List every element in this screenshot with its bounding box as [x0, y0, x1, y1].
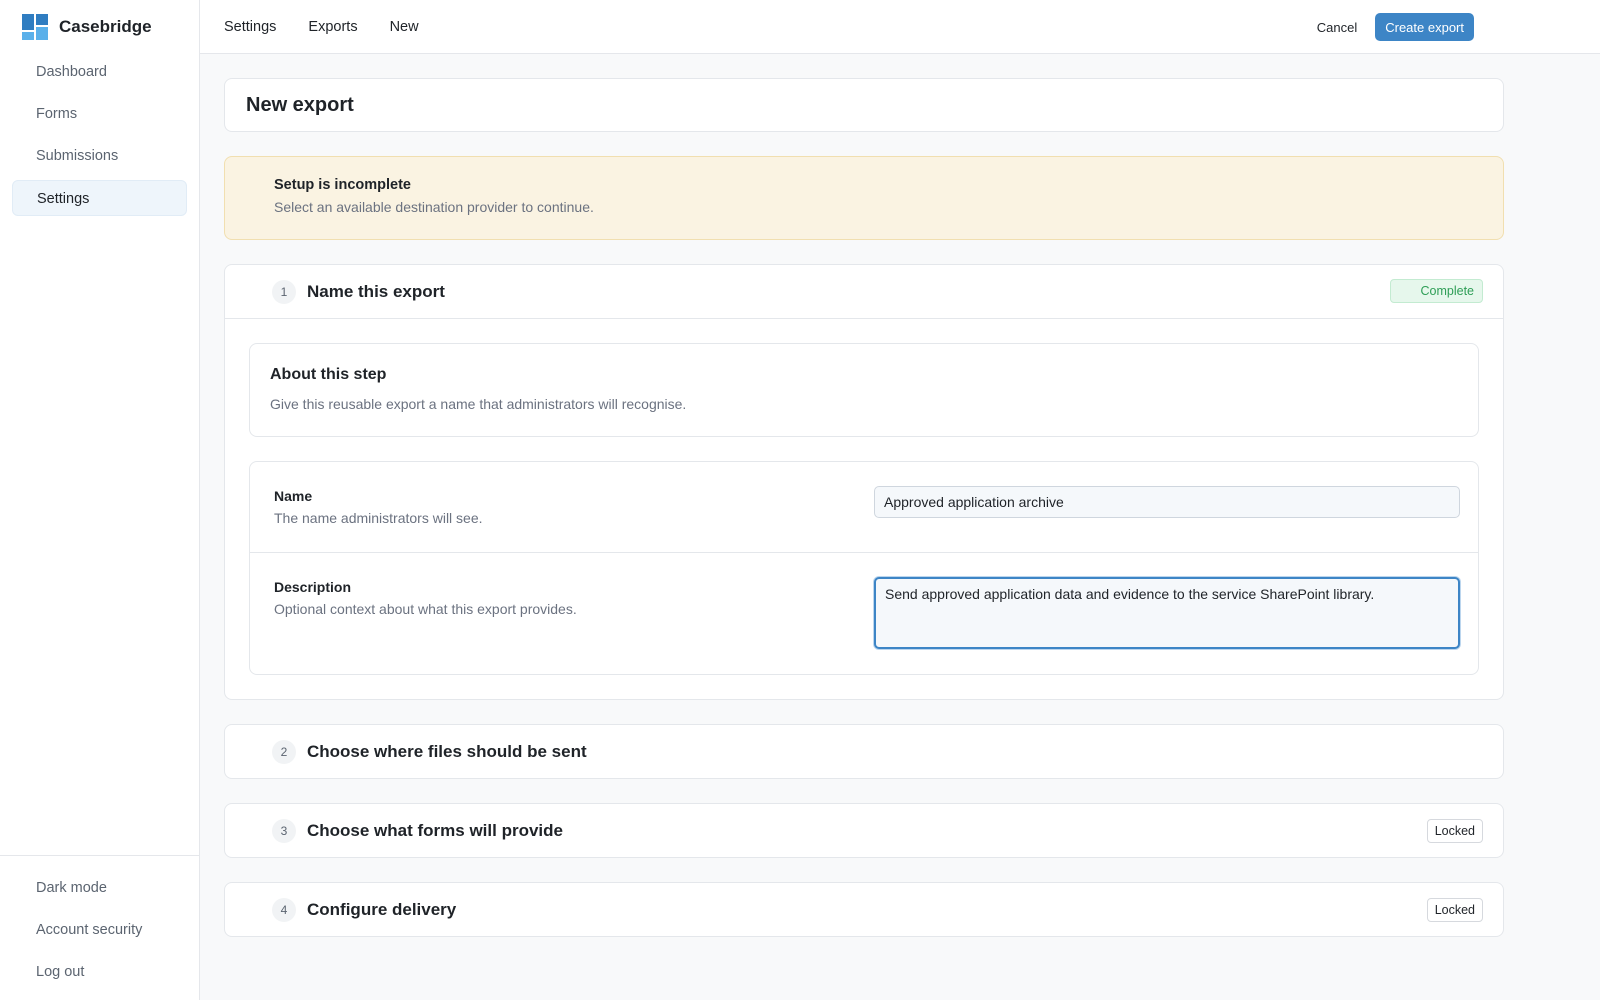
sidebar-item-dashboard[interactable]: Dashboard — [12, 54, 187, 90]
description-textarea[interactable]: Send approved application data and evide… — [874, 577, 1460, 649]
breadcrumb-settings[interactable]: Settings — [224, 19, 276, 35]
locked-badge: Locked — [1426, 819, 1483, 843]
sidebar-item-settings[interactable]: Settings — [12, 180, 187, 216]
sidebar-item-submissions[interactable]: Submissions — [12, 138, 187, 174]
sidebar: Casebridge Dashboard Forms Submissions S… — [0, 0, 200, 1000]
page-header-card: New export — [224, 78, 1504, 132]
about-step-title: About this step — [270, 366, 387, 383]
step-4: 4 Configure delivery Locked — [224, 882, 1504, 937]
step-3: 3 Choose what forms will provide Locked — [224, 803, 1504, 858]
create-export-button[interactable]: Create export — [1375, 13, 1474, 41]
description-help: Optional context about what this export … — [274, 601, 577, 617]
alert-body: Select an available destination provider… — [274, 199, 594, 215]
locked-badge: Locked — [1426, 898, 1483, 922]
complete-badge: Complete — [1389, 279, 1483, 303]
step-title: Choose where files should be sent — [307, 741, 587, 761]
description-field-row: Description Optional context about what … — [250, 553, 1478, 674]
sidebar-item-forms[interactable]: Forms — [12, 96, 187, 132]
sidebar-bottom: Dark mode Account security Log out — [0, 855, 199, 1000]
breadcrumb-exports[interactable]: Exports — [308, 19, 357, 35]
casebridge-logo-icon — [22, 14, 48, 40]
sidebar-item-dark-mode[interactable]: Dark mode — [12, 870, 187, 906]
step-title: Configure delivery — [307, 899, 457, 919]
step-number: 3 — [272, 818, 296, 843]
step-title: Choose what forms will provide — [307, 820, 563, 840]
brand[interactable]: Casebridge — [22, 13, 152, 41]
step-4-header: 4 Configure delivery Locked — [225, 883, 1503, 936]
step-title: Name this export — [307, 281, 445, 301]
breadcrumb: Settings Exports New — [224, 0, 451, 54]
cancel-button[interactable]: Cancel — [1317, 20, 1357, 35]
setup-incomplete-alert: Setup is incomplete Select an available … — [224, 156, 1504, 240]
fields-card: Name The name administrators will see. D… — [249, 461, 1479, 675]
step-1-body: About this step Give this reusable expor… — [225, 318, 1503, 699]
page-title: New export — [246, 93, 354, 116]
name-input[interactable] — [874, 486, 1460, 518]
step-2: 2 Choose where files should be sent — [224, 724, 1504, 779]
topbar: Settings Exports New Cancel Create expor… — [200, 0, 1600, 54]
description-label: Description — [274, 579, 352, 595]
alert-title: Setup is incomplete — [274, 177, 411, 193]
step-2-header[interactable]: 2 Choose where files should be sent — [225, 725, 1503, 778]
step-number: 4 — [272, 897, 296, 922]
about-step-card: About this step Give this reusable expor… — [249, 343, 1479, 437]
about-step-text: Give this reusable export a name that ad… — [270, 396, 687, 412]
brand-name: Casebridge — [59, 17, 152, 36]
top-actions: Cancel Create export — [1317, 13, 1474, 41]
sidebar-item-log-out[interactable]: Log out — [12, 954, 187, 990]
breadcrumb-new[interactable]: New — [390, 19, 419, 35]
step-number: 1 — [272, 279, 296, 304]
name-help: The name administrators will see. — [274, 510, 483, 526]
step-1: 1 Name this export Complete About this s… — [224, 264, 1504, 700]
step-number: 2 — [272, 739, 296, 764]
sidebar-nav: Dashboard Forms Submissions Settings — [12, 54, 187, 222]
step-3-header: 3 Choose what forms will provide Locked — [225, 804, 1503, 857]
main-content: New export Setup is incomplete Select an… — [224, 78, 1504, 937]
name-label: Name — [274, 488, 313, 504]
sidebar-item-account-security[interactable]: Account security — [12, 912, 187, 948]
step-1-header[interactable]: 1 Name this export Complete — [225, 265, 1503, 318]
name-field-row: Name The name administrators will see. — [250, 462, 1478, 553]
